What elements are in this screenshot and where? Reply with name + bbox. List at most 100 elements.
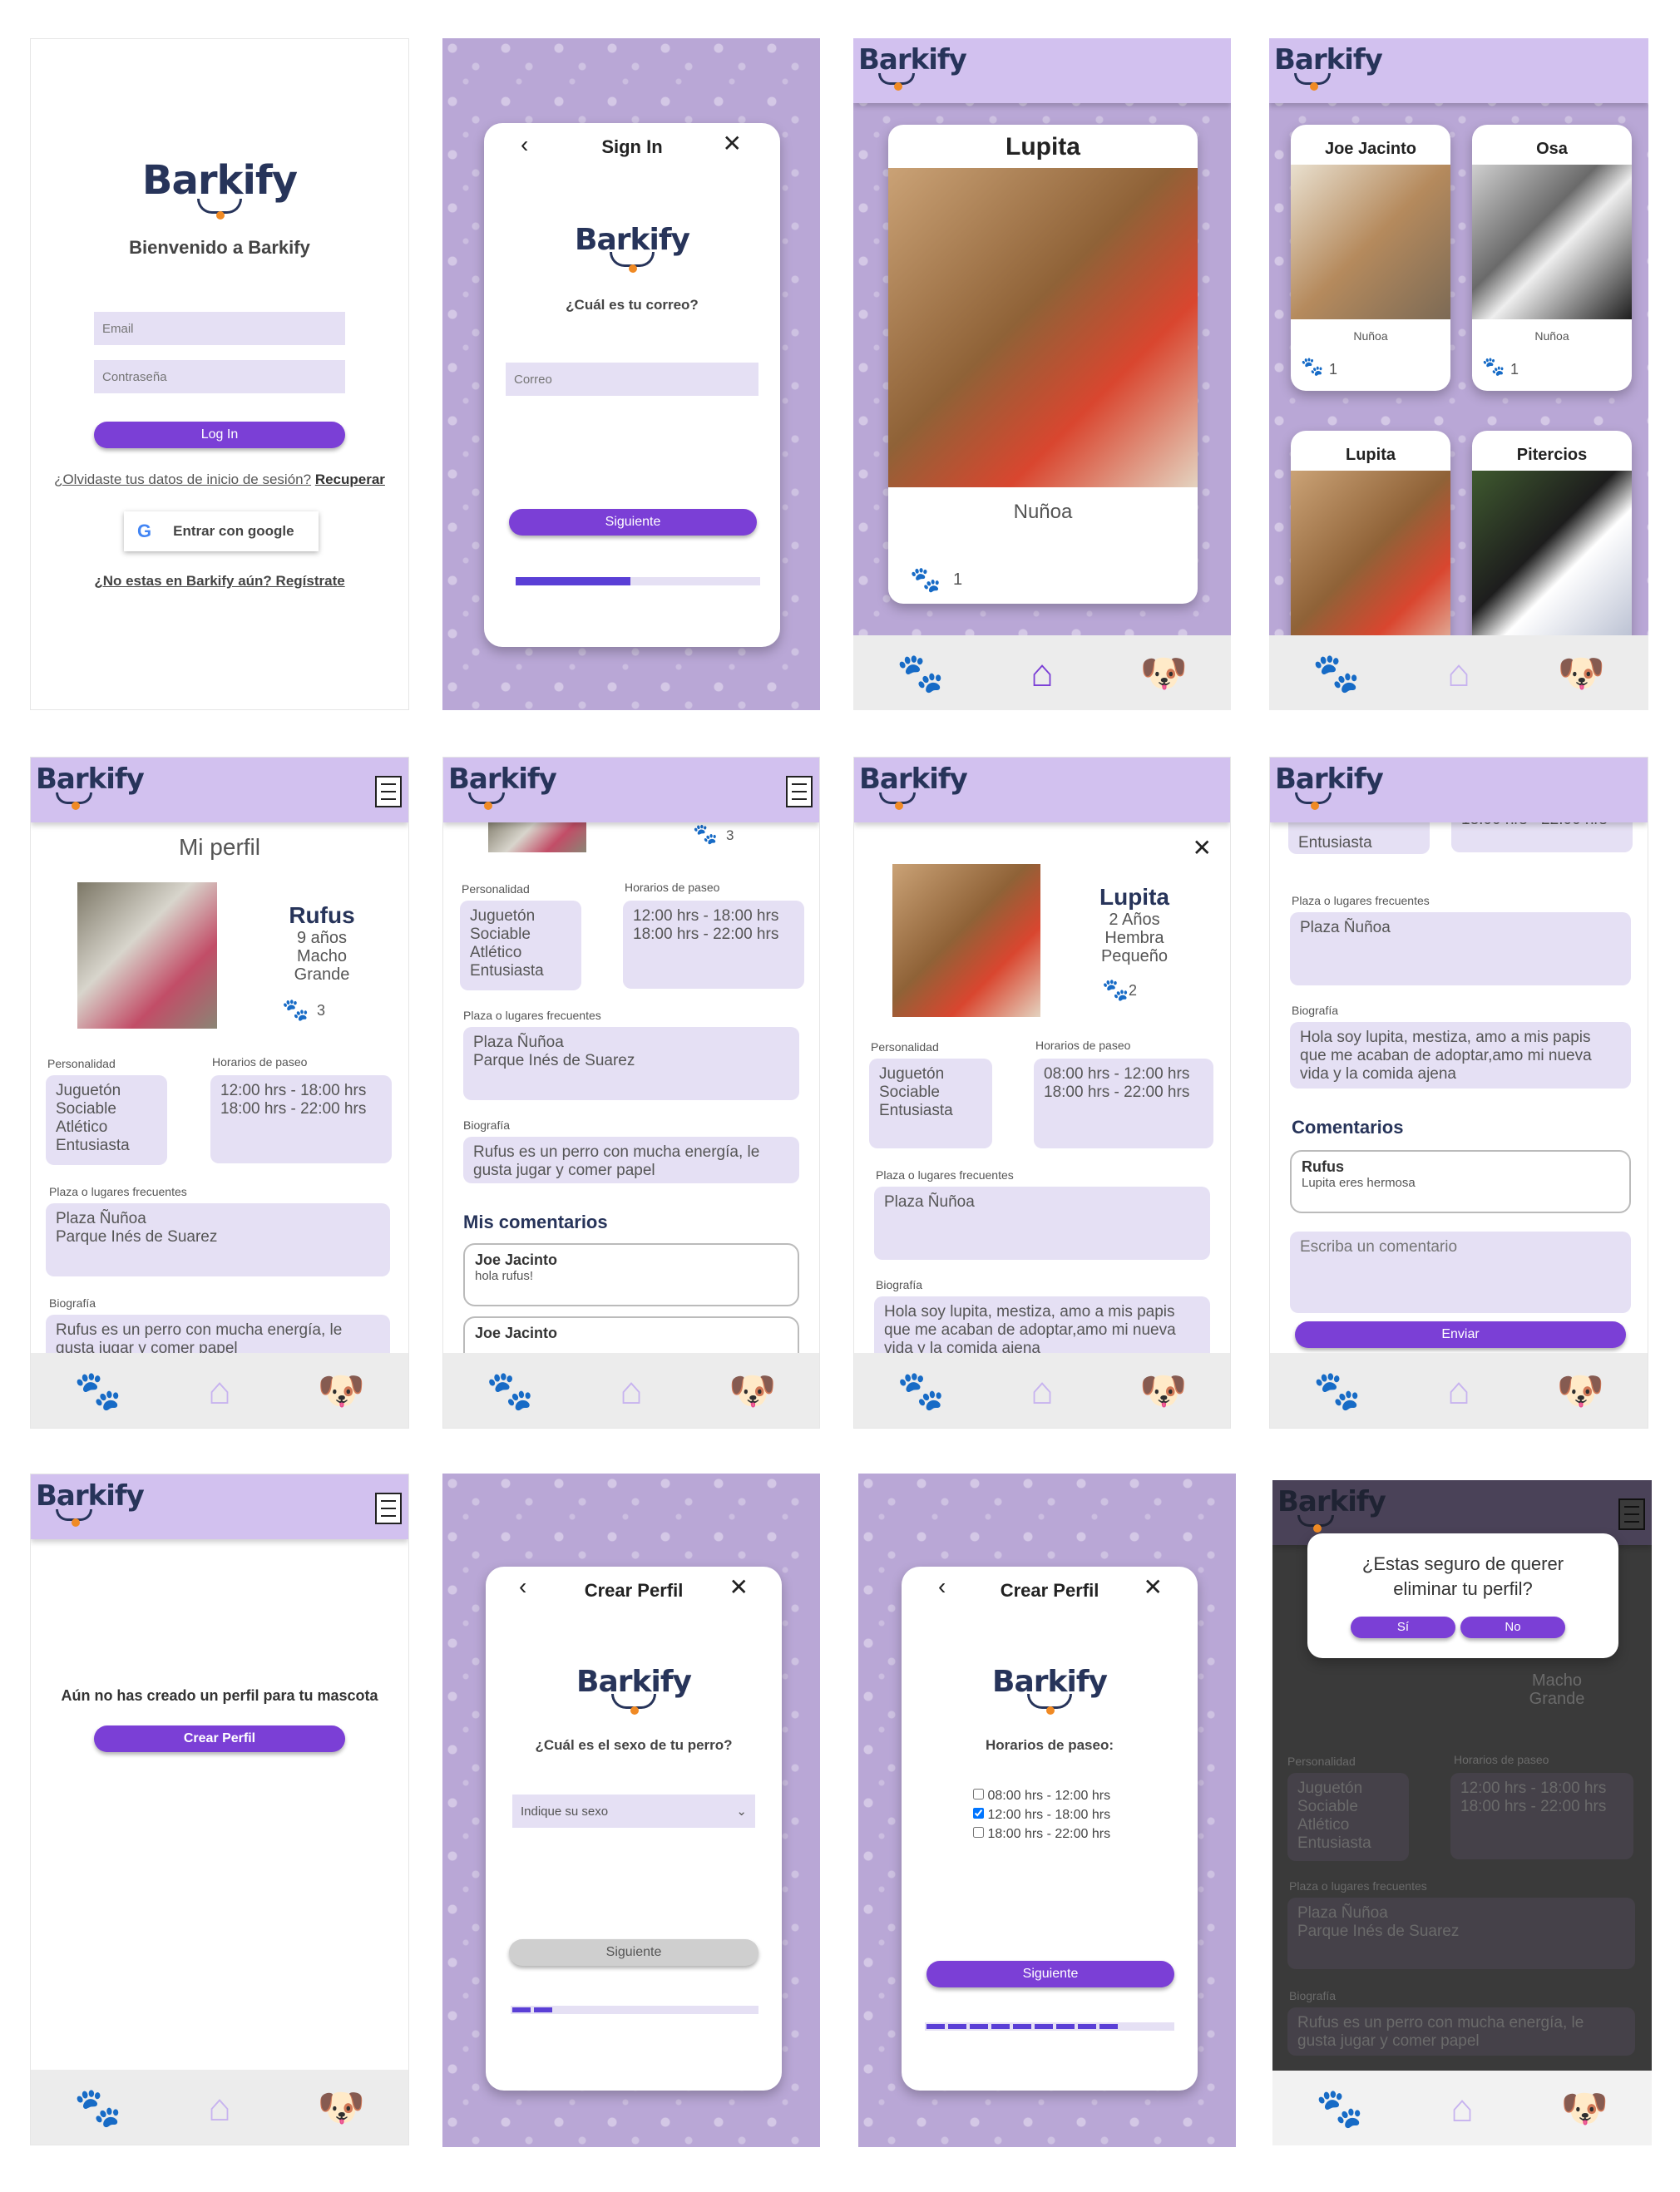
personality-label: Personalidad — [47, 1057, 116, 1070]
app-header: Barkify — [1270, 758, 1648, 822]
dog-name: Joe Jacinto — [1324, 140, 1417, 158]
home-icon[interactable]: ⌂ — [208, 1371, 231, 1409]
progress-step — [1099, 2024, 1118, 2029]
checkbox[interactable] — [973, 1808, 984, 1819]
recover-link[interactable]: Recuperar — [315, 471, 385, 487]
comments-title: Mis comentarios — [463, 1212, 608, 1232]
dog-card[interactable]: Lupita Nuñoa 🐾 1 — [888, 125, 1198, 604]
question-text: ¿Cuál es tu correo? — [566, 297, 699, 313]
google-icon: G — [137, 521, 152, 541]
chevron-down-icon: ⌄ — [736, 1804, 747, 1819]
chevron-left-icon[interactable]: ‹ — [521, 131, 528, 158]
grid-card[interactable]: Joe Jacinto Nuñoa 🐾 1 — [1291, 125, 1450, 391]
create-profile-button[interactable]: Crear Perfil — [94, 1725, 345, 1752]
paw-icon[interactable]: 🐾 — [897, 1371, 945, 1409]
dog-size: Grande — [1529, 1690, 1585, 1708]
progress-step — [970, 2024, 988, 2029]
barkify-logo: Barkify — [484, 223, 780, 273]
home-icon[interactable]: ⌂ — [1450, 2089, 1474, 2127]
paw-icon: 🐾 — [910, 566, 941, 594]
barkify-logo: Barkify — [486, 1665, 782, 1715]
dog-name: Pitercios — [1516, 446, 1588, 464]
hamburger-menu-icon[interactable] — [786, 776, 813, 807]
next-button[interactable]: Siguiente — [509, 1939, 758, 1966]
page-title: Mi perfil — [178, 834, 260, 860]
forgot-label: ¿Olvidaste tus datos de inicio de sesión… — [54, 471, 312, 487]
home-icon[interactable]: ⌂ — [1447, 654, 1470, 692]
login-screen: Barkify Bienvenido a Barkify Log In ¿Olv… — [30, 38, 409, 710]
schedule-option[interactable]: 08:00 hrs - 12:00 hrs — [973, 1786, 1110, 1805]
progress-step — [926, 2024, 945, 2029]
paw-icon[interactable]: 🐾 — [1313, 1371, 1361, 1409]
comment-author: Joe Jacinto — [475, 1325, 558, 1341]
app-header: Barkify — [443, 758, 819, 822]
home-icon[interactable]: ⌂ — [1030, 654, 1054, 692]
yes-button[interactable]: Sí — [1351, 1617, 1455, 1638]
close-icon[interactable]: ✕ — [729, 1573, 749, 1601]
hamburger-menu-icon[interactable] — [375, 1493, 402, 1524]
schedule-option[interactable]: 12:00 hrs - 18:00 hrs — [973, 1805, 1110, 1824]
home-icon[interactable]: ⌂ — [208, 2088, 231, 2126]
likes-count: 1 — [953, 570, 963, 589]
barkify-logo: Barkify — [902, 1665, 1198, 1715]
schedule-option[interactable]: 18:00 hrs - 22:00 hrs — [973, 1824, 1110, 1844]
comment-input[interactable] — [1290, 1232, 1631, 1313]
dog-head-icon[interactable]: 🐶 — [1557, 1371, 1604, 1409]
no-button[interactable]: No — [1460, 1617, 1565, 1638]
likes-count: 2 — [1129, 982, 1138, 999]
dog-head-icon[interactable]: 🐶 — [1557, 654, 1604, 692]
grid-card[interactable]: Osa Nuñoa 🐾 1 — [1472, 125, 1632, 391]
home-icon[interactable]: ⌂ — [1030, 1371, 1054, 1409]
password-field[interactable] — [94, 360, 345, 393]
paw-icon[interactable]: 🐾 — [487, 1371, 534, 1409]
paw-icon[interactable]: 🐾 — [1312, 654, 1360, 692]
dog-location: Nuñoa — [1353, 329, 1388, 343]
app-header: Barkify — [1269, 38, 1648, 103]
dog-head-icon[interactable]: 🐶 — [729, 1371, 776, 1409]
comment-author: Rufus — [1302, 1158, 1344, 1175]
personality-label: Personalidad — [1287, 1755, 1356, 1768]
send-button[interactable]: Enviar — [1295, 1321, 1626, 1348]
chevron-left-icon[interactable]: ‹ — [519, 1573, 526, 1600]
bio-box: Rufus es un perro con mucha energía, le … — [463, 1137, 799, 1183]
dog-head-icon[interactable]: 🐶 — [1139, 1371, 1187, 1409]
next-button[interactable]: Siguiente — [926, 1961, 1174, 1987]
email-field[interactable] — [506, 363, 758, 396]
progress-bar — [516, 577, 760, 585]
email-field[interactable] — [94, 312, 345, 345]
google-button[interactable]: G Entrar con google — [124, 511, 319, 551]
dog-head-icon[interactable]: 🐶 — [1140, 654, 1188, 692]
close-icon[interactable]: ✕ — [1144, 1573, 1163, 1601]
sex-select[interactable]: Indique su sexo ⌄ — [512, 1795, 755, 1828]
checkbox[interactable] — [973, 1827, 984, 1838]
barkify-logo: Barkify — [448, 763, 557, 810]
next-button[interactable]: Siguiente — [509, 509, 757, 536]
hamburger-menu-icon[interactable] — [375, 776, 402, 807]
paw-icon[interactable]: 🐾 — [74, 1371, 121, 1409]
hamburger-menu-icon[interactable] — [1618, 1498, 1645, 1530]
likes-count: 1 — [1329, 361, 1338, 378]
checkbox[interactable] — [973, 1789, 984, 1800]
dog-size: Pequeño — [1100, 947, 1169, 965]
myprofile-screen: Barkify Mi perfil Rufus 9 años Macho Gra… — [30, 757, 409, 1429]
close-icon[interactable]: ✕ — [1193, 834, 1212, 861]
register-link[interactable]: ¿No estas en Barkify aún? Regístrate — [31, 573, 408, 590]
dog-name: Lupita — [1006, 133, 1080, 160]
dog-head-icon[interactable]: 🐶 — [1560, 2089, 1608, 2127]
home-icon[interactable]: ⌂ — [1447, 1371, 1470, 1409]
chevron-left-icon[interactable]: ‹ — [938, 1573, 946, 1600]
barkify-logo: Barkify — [36, 1479, 145, 1527]
dog-head-icon[interactable]: 🐶 — [318, 2088, 365, 2126]
paw-icon[interactable]: 🐾 — [1316, 2089, 1363, 2127]
login-button[interactable]: Log In — [94, 422, 345, 448]
paw-icon: 🐾 — [693, 823, 718, 846]
home-icon[interactable]: ⌂ — [620, 1371, 643, 1409]
progress-step — [1056, 2024, 1075, 2029]
paw-icon[interactable]: 🐾 — [897, 654, 944, 692]
paw-icon[interactable]: 🐾 — [74, 2088, 121, 2126]
dog-head-icon[interactable]: 🐶 — [318, 1371, 365, 1409]
delete-question: ¿Estas seguro de querer eliminar tu perf… — [1361, 1553, 1564, 1599]
bio-box: Hola soy lupita, mestiza, amo a mis papi… — [1290, 1022, 1631, 1089]
close-icon[interactable]: ✕ — [723, 130, 742, 157]
barkify-logo: Barkify — [36, 763, 145, 810]
